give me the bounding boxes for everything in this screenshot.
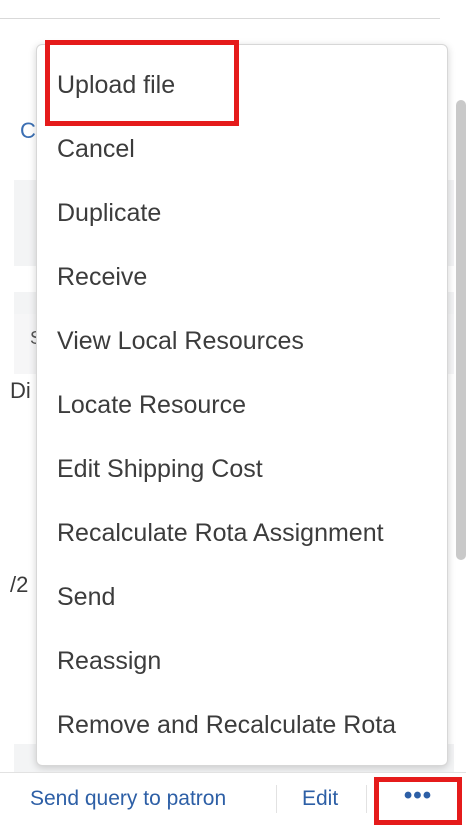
page-scrollbar[interactable] [456,100,466,560]
menu-item-locate-resource[interactable]: Locate Resource [37,373,447,437]
action-divider [276,785,277,813]
background-text-fragment: /2 [10,572,29,597]
background-text-fragment: Di [10,378,31,403]
send-query-to-patron-button[interactable]: Send query to patron [30,783,226,815]
menu-item-duplicate[interactable]: Duplicate [37,181,447,245]
menu-item-upload-file[interactable]: Upload file [37,53,447,117]
menu-item-receive[interactable]: Receive [37,245,447,309]
ellipsis-icon: ••• [403,782,433,809]
menu-item-send[interactable]: Send [37,565,447,629]
menu-item-edit-shipping-cost[interactable]: Edit Shipping Cost [37,437,447,501]
background-text-fragment[interactable]: C [20,118,36,144]
more-actions-button[interactable]: ••• [374,777,462,825]
menu-item-remove-and-recalculate-rota[interactable]: Remove and Recalculate Rota [37,693,447,757]
more-actions-menu: Upload file Cancel Duplicate Receive Vie… [36,44,448,766]
menu-item-reassign[interactable]: Reassign [37,629,447,693]
menu-item-view-local-resources[interactable]: View Local Resources [37,309,447,373]
edit-button[interactable]: Edit [302,783,338,815]
page-divider [0,18,440,19]
menu-item-cancel[interactable]: Cancel [37,117,447,181]
action-divider [366,785,367,813]
menu-item-recalculate-rota-assignment[interactable]: Recalculate Rota Assignment [37,501,447,565]
action-bar: Send query to patron Edit ••• [0,772,466,826]
